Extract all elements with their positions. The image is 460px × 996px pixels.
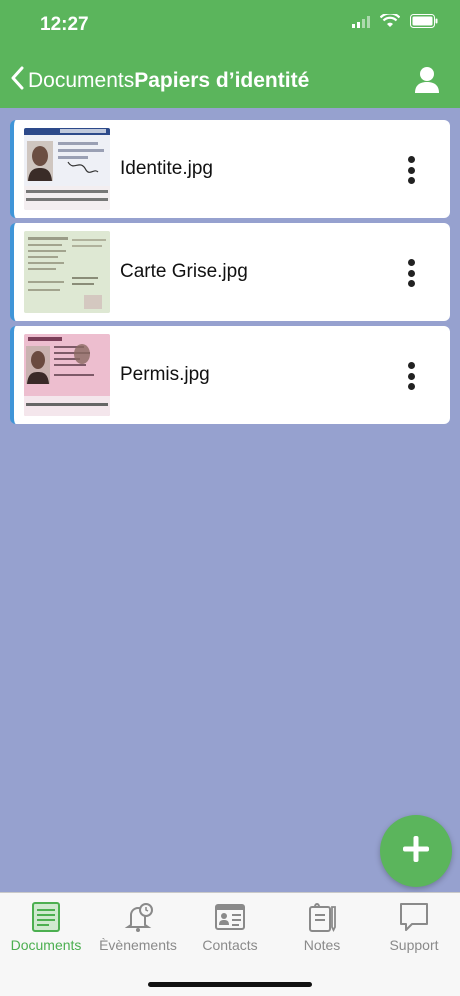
tab-support[interactable]: Support xyxy=(368,901,460,953)
signal-icon xyxy=(352,15,370,33)
tab-support-label: Support xyxy=(389,937,439,953)
document-item[interactable]: Permis.jpg xyxy=(10,326,450,424)
plus-icon xyxy=(402,835,430,868)
tab-notes[interactable]: Notes xyxy=(276,901,368,953)
document-name: Carte Grise.jpg xyxy=(120,261,248,282)
document-item[interactable]: Identite.jpg xyxy=(10,120,450,218)
battery-icon xyxy=(410,14,438,33)
document-icon xyxy=(0,901,92,933)
profile-button[interactable] xyxy=(414,66,440,99)
document-name: Permis.jpg xyxy=(120,364,210,385)
notepad-icon xyxy=(276,901,368,933)
document-thumbnail xyxy=(24,231,110,313)
home-indicator xyxy=(148,982,312,987)
add-document-button[interactable] xyxy=(380,815,452,887)
tab-bar: Documents Èvènements Contacts Notes Supp… xyxy=(0,892,460,996)
bell-clock-icon xyxy=(92,901,184,933)
tab-events[interactable]: Èvènements xyxy=(92,901,184,953)
tab-contacts-label: Contacts xyxy=(202,937,258,953)
document-item[interactable]: Carte Grise.jpg xyxy=(10,223,450,321)
tab-notes-label: Notes xyxy=(303,937,341,953)
contact-card-icon xyxy=(184,901,276,933)
status-time: 12:27 xyxy=(40,14,89,35)
more-options-icon[interactable] xyxy=(406,156,416,184)
tab-events-label: Èvènements xyxy=(99,937,177,953)
status-icons xyxy=(352,12,438,33)
wifi-icon xyxy=(379,12,401,33)
document-thumbnail xyxy=(24,334,110,416)
document-list: Identite.jpg Carte Grise.jpg Permis.jpg xyxy=(10,120,450,429)
chat-bubble-icon xyxy=(368,901,460,933)
page-title: Papiers d’identité xyxy=(134,68,310,92)
more-options-icon[interactable] xyxy=(406,362,416,390)
person-icon xyxy=(414,67,440,98)
document-name: Identite.jpg xyxy=(120,158,213,179)
tab-contacts[interactable]: Contacts xyxy=(184,901,276,953)
tab-documents-label: Documents xyxy=(10,937,82,953)
app-header: 12:27 Documents Papiers d’identité xyxy=(0,0,460,108)
back-label: Documents xyxy=(28,68,135,92)
tab-documents[interactable]: Documents xyxy=(0,901,92,953)
document-thumbnail xyxy=(24,128,110,210)
chevron-left-icon xyxy=(10,66,24,95)
more-options-icon[interactable] xyxy=(406,259,416,287)
back-button[interactable]: Documents Papiers d’identité xyxy=(10,66,309,95)
